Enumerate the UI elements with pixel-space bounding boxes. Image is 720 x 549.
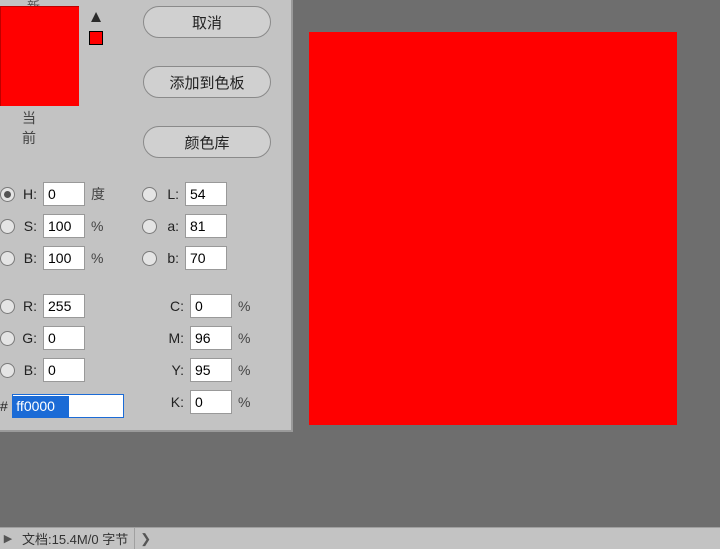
- unit-h: 度: [91, 184, 109, 204]
- gamut-warning[interactable]: ▲: [87, 8, 105, 45]
- label-m: M:: [164, 330, 184, 346]
- label-a: a:: [161, 218, 179, 234]
- color-libraries-button[interactable]: 颜色库: [143, 126, 271, 158]
- radio-g[interactable]: [0, 331, 15, 346]
- document-info[interactable]: 文档:15.4M/0 字节: [16, 529, 134, 548]
- hex-prefix: #: [0, 398, 8, 414]
- input-y[interactable]: [190, 358, 232, 382]
- warning-swatch[interactable]: [89, 31, 103, 45]
- label-c: C:: [164, 298, 184, 314]
- hex-input-wrap[interactable]: ff0000: [12, 394, 124, 418]
- status-bar: ▶ 文档:15.4M/0 字节 ❯: [0, 527, 720, 549]
- unit-s: %: [91, 218, 109, 234]
- color-picker-dialog: 新的 当前 ▲ 取消 添加到色板 颜色库 H: 度 S: % B:: [0, 0, 293, 432]
- unit-k: %: [238, 394, 256, 410]
- label-s: S:: [19, 218, 37, 234]
- input-g[interactable]: [43, 326, 85, 350]
- input-r[interactable]: [43, 294, 85, 318]
- label-r: R:: [19, 298, 37, 314]
- input-k[interactable]: [190, 390, 232, 414]
- radio-h[interactable]: [0, 187, 15, 202]
- warning-icon: ▲: [87, 8, 105, 25]
- input-h[interactable]: [43, 182, 85, 206]
- label-g: G:: [19, 330, 37, 346]
- disclosure-icon[interactable]: ▶: [0, 532, 16, 545]
- add-to-swatches-button[interactable]: 添加到色板: [143, 66, 271, 98]
- input-a[interactable]: [185, 214, 227, 238]
- radio-s[interactable]: [0, 219, 15, 234]
- label-b-rgb: B:: [19, 362, 37, 378]
- unit-m: %: [238, 330, 256, 346]
- input-b-lab[interactable]: [185, 246, 227, 270]
- unit-c: %: [238, 298, 256, 314]
- label-h: H:: [19, 186, 37, 202]
- radio-r[interactable]: [0, 299, 15, 314]
- input-s[interactable]: [43, 214, 85, 238]
- input-m[interactable]: [190, 326, 232, 350]
- label-b-lab: b:: [161, 250, 179, 266]
- input-c[interactable]: [190, 294, 232, 318]
- radio-a[interactable]: [142, 219, 157, 234]
- canvas-fill: [309, 32, 677, 425]
- label-l: L:: [161, 186, 179, 202]
- input-l[interactable]: [185, 182, 227, 206]
- input-b-rgb[interactable]: [43, 358, 85, 382]
- unit-b-hsb: %: [91, 250, 109, 266]
- label-y: Y:: [164, 362, 184, 378]
- label-k: K:: [164, 394, 184, 410]
- radio-b-rgb[interactable]: [0, 363, 15, 378]
- radio-b-lab[interactable]: [142, 251, 157, 266]
- hex-selection: ff0000: [13, 396, 69, 417]
- unit-y: %: [238, 362, 256, 378]
- label-b-hsb: B:: [19, 250, 37, 266]
- color-swatch[interactable]: [0, 6, 79, 106]
- input-b-hsb[interactable]: [43, 246, 85, 270]
- radio-b-hsb[interactable]: [0, 251, 15, 266]
- cancel-button[interactable]: 取消: [143, 6, 271, 38]
- chevron-right-icon[interactable]: ❯: [134, 528, 156, 549]
- swatch-current-label: 当前: [22, 108, 36, 148]
- radio-l[interactable]: [142, 187, 157, 202]
